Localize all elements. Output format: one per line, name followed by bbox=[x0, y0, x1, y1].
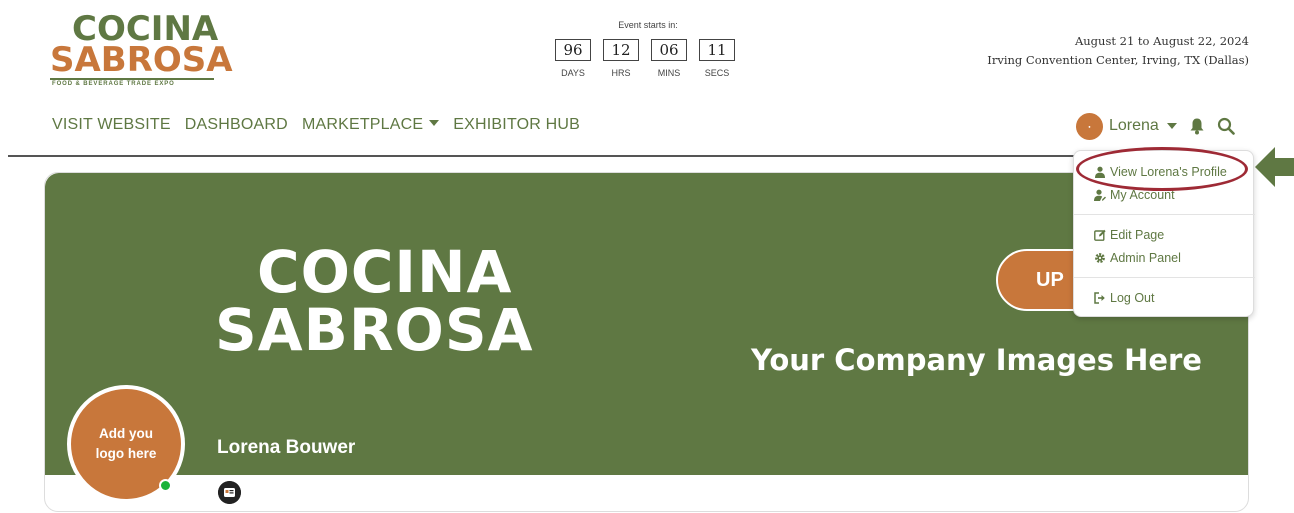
logo-rule bbox=[50, 78, 214, 80]
banner-caption: Your Company Images Here bbox=[751, 343, 1202, 377]
countdown-days-value: 96 bbox=[555, 39, 591, 61]
logo-placeholder-line2: logo here bbox=[95, 446, 157, 461]
countdown-title: Event starts in: bbox=[618, 20, 678, 30]
event-countdown: Event starts in: 96 12 06 11 DAYS HRS MI… bbox=[553, 18, 743, 83]
logo-text-sabrosa: SABROSA bbox=[50, 40, 233, 80]
edit-icon bbox=[1094, 229, 1106, 241]
logout-icon bbox=[1094, 292, 1105, 304]
user-edit-icon bbox=[1094, 189, 1106, 201]
countdown-days-label: DAYS bbox=[561, 68, 585, 78]
banner-logo-cocina: COCINA bbox=[257, 238, 513, 306]
countdown-hours-label: HRS bbox=[611, 68, 631, 78]
main-nav: VISIT WEBSITE DASHBOARD MARKETPLACE EXHI… bbox=[52, 116, 580, 134]
event-dates: August 21 to August 22, 2024 bbox=[1074, 34, 1249, 48]
countdown-seconds-label: SECS bbox=[704, 68, 730, 78]
chevron-down-icon[interactable] bbox=[1166, 123, 1177, 129]
menu-item-edit-page[interactable]: Edit Page bbox=[1094, 228, 1164, 242]
nav-dashboard[interactable]: DASHBOARD bbox=[185, 116, 288, 134]
online-status-dot bbox=[159, 479, 172, 492]
avatar[interactable]: ● bbox=[1076, 112, 1103, 140]
nav-marketplace-label: MARKETPLACE bbox=[301, 116, 424, 133]
bell-icon[interactable] bbox=[1189, 117, 1205, 135]
menu-item-label: Log Out bbox=[1110, 291, 1155, 305]
user-menu-toggle[interactable]: Lorena bbox=[1109, 117, 1159, 135]
gear-icon bbox=[1095, 253, 1105, 263]
arrow-left-icon bbox=[1255, 147, 1294, 187]
nav-marketplace[interactable]: MARKETPLACE bbox=[301, 116, 440, 134]
event-location: Irving Convention Center, Irving, TX (Da… bbox=[987, 53, 1249, 67]
profile-banner: COCINA SABROSA Your Company Images Here … bbox=[45, 173, 1248, 475]
exhibitor-profile-card: COCINA SABROSA Your Company Images Here … bbox=[44, 172, 1249, 512]
countdown-hours-value: 12 bbox=[603, 39, 639, 61]
menu-item-log-out[interactable]: Log Out bbox=[1094, 291, 1154, 305]
nav-exhibitor-hub[interactable]: EXHIBITOR HUB bbox=[453, 116, 580, 134]
nav-visit-website[interactable]: VISIT WEBSITE bbox=[52, 116, 171, 134]
brand-logo[interactable]: COCINA SABROSA FOOD & BEVERAGE TRADE EXP… bbox=[50, 10, 233, 92]
countdown-seconds-value: 11 bbox=[699, 39, 735, 61]
countdown-minutes-value: 06 bbox=[651, 39, 687, 61]
profile-name: Lorena Bouwer bbox=[217, 437, 356, 458]
menu-item-label: Edit Page bbox=[1110, 228, 1165, 242]
menu-item-label: Admin Panel bbox=[1110, 251, 1181, 265]
user-menu-area: ● Lorena bbox=[1076, 112, 1235, 140]
chevron-down-icon bbox=[429, 120, 440, 127]
header-divider bbox=[8, 155, 1248, 157]
banner-logo-sabrosa: SABROSA bbox=[215, 296, 534, 364]
logo-tagline: FOOD & BEVERAGE TRADE EXPO bbox=[52, 81, 175, 87]
menu-item-admin-panel[interactable]: Admin Panel bbox=[1094, 251, 1181, 265]
badge-icon[interactable] bbox=[218, 481, 241, 504]
profile-link-highlight-ring bbox=[1076, 147, 1248, 191]
search-icon[interactable] bbox=[1217, 117, 1235, 135]
event-info: August 21 to August 22, 2024 Irving Conv… bbox=[987, 32, 1249, 70]
menu-divider bbox=[1074, 277, 1255, 278]
logo-placeholder-line1: Add you bbox=[98, 426, 153, 441]
countdown-minutes-label: MINS bbox=[657, 68, 681, 78]
menu-divider bbox=[1074, 214, 1255, 215]
